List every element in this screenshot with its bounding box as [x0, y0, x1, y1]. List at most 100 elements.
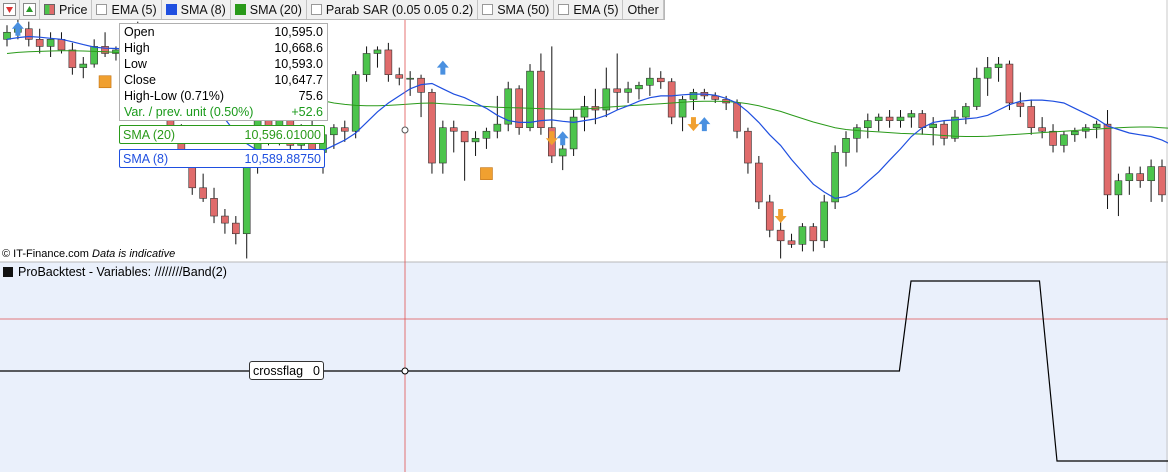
candle-body: [351, 74, 360, 132]
sar-signal-marker: [480, 167, 493, 180]
sma8-value: 10,589.88750: [244, 151, 321, 166]
series-color-icon: [3, 267, 13, 277]
candle-body: [798, 226, 807, 245]
tooltip-value: 10,593.0: [274, 57, 323, 71]
sma8-label: SMA (8): [123, 151, 169, 166]
candle-body: [406, 77, 414, 80]
tooltip-label: High: [124, 41, 150, 55]
tooltip-value: 10,668.6: [274, 41, 323, 55]
candle-body: [482, 130, 491, 139]
tooltip-row-high: High 10,668.6: [120, 40, 327, 56]
tooltip-row-variation: Var. / prev. unit (0.50%) +52.6: [120, 104, 327, 120]
candle-body: [395, 74, 404, 79]
candle-body: [1092, 123, 1101, 128]
indicator-pane-title-text: ProBacktest - Variables: ////////Band(2): [18, 265, 227, 279]
collapse-button[interactable]: [0, 0, 20, 19]
indicator-toolbar: Price EMA (5) SMA (8) SMA (20) Parab SAR…: [0, 0, 665, 20]
candle-body: [1038, 127, 1046, 132]
candle-body: [918, 113, 927, 128]
candle-body: [558, 148, 567, 157]
candle-body: [471, 138, 480, 143]
toolbar-item-label: SMA (50): [497, 2, 550, 17]
candle-body: [439, 127, 447, 164]
candle-body: [232, 222, 240, 235]
candle-body: [874, 116, 883, 121]
trading-chart-window: { "toolbar": { "items": [ {"label": "Pri…: [0, 0, 1168, 472]
candle-body: [526, 70, 534, 128]
sma8-swatch-icon: [165, 4, 177, 15]
candle-body: [613, 88, 621, 93]
candle-body: [3, 31, 11, 40]
candle-body: [820, 201, 829, 242]
tooltip-label: Close: [124, 73, 156, 87]
sma20-label: SMA (20): [123, 127, 176, 142]
toolbar-item-sma20[interactable]: SMA (20): [231, 0, 307, 19]
tooltip-value: 10,595.0: [274, 25, 323, 39]
candle-body: [330, 127, 338, 136]
candle-body: [929, 123, 937, 128]
tooltip-row-low: Low 10,593.0: [120, 56, 327, 72]
candle-body: [656, 77, 665, 83]
toolbar-item-label: EMA (5): [573, 2, 619, 17]
candle-body: [1071, 130, 1079, 136]
candle-body: [885, 116, 894, 121]
candle-body: [940, 123, 948, 139]
price-swatch-icon: [44, 4, 55, 15]
candle-body: [340, 127, 349, 132]
candle-body: [842, 138, 850, 153]
candle-body: [896, 116, 905, 121]
candle-body: [744, 130, 752, 164]
ohlc-tooltip: Open 10,595.0 High 10,668.6 Low 10,593.0 Cl…: [119, 23, 328, 121]
checkbox-icon: [558, 4, 570, 15]
candle-body: [210, 198, 218, 217]
sar-signal-marker: [98, 75, 112, 89]
toolbar-item-sma8[interactable]: SMA (8): [162, 0, 231, 19]
candle-body: [994, 63, 1003, 68]
toolbar-item-label: Price: [59, 2, 88, 17]
data-disclaimer: Data is indicative: [92, 248, 176, 260]
candle-body: [242, 159, 251, 235]
candle-body: [449, 127, 458, 132]
tooltip-label: Var. / prev. unit (0.50%): [124, 105, 254, 119]
candle-body: [689, 92, 698, 100]
candle-body: [972, 77, 981, 107]
candle-body: [776, 229, 785, 242]
candle-body: [221, 215, 229, 224]
toolbar-item-parab-sar[interactable]: Parab SAR (0.05 0.05 0.2): [307, 0, 479, 19]
candle-body: [1125, 173, 1134, 182]
candle-body: [384, 49, 393, 75]
checkbox-icon: [96, 4, 108, 15]
arrow-down-icon: [3, 3, 16, 16]
toolbar-item-other[interactable]: Other: [623, 0, 664, 19]
crosshair-point-upper: [401, 126, 409, 134]
candle-body: [493, 123, 502, 132]
candle-body: [79, 63, 88, 68]
candle-body: [1005, 63, 1014, 104]
expand-button[interactable]: [20, 0, 40, 19]
toolbar-item-price[interactable]: Price: [40, 0, 93, 19]
candle-body: [787, 240, 796, 245]
candle-body: [1103, 123, 1112, 196]
tooltip-value: 10,647.7: [274, 73, 323, 87]
candle-body: [624, 88, 632, 93]
toolbar-item-sma50[interactable]: SMA (50): [478, 0, 555, 19]
toolbar-item-ema5-second[interactable]: EMA (5): [554, 0, 624, 19]
candle-body: [1016, 102, 1025, 107]
candle-body: [1060, 134, 1068, 146]
toolbar-item-label: SMA (8): [180, 2, 226, 17]
candle-body: [580, 106, 589, 118]
checkbox-icon: [310, 4, 322, 15]
crosshair-point-lower: [401, 367, 409, 375]
indicator-pane-bg: [0, 262, 1168, 472]
candle-body: [90, 46, 98, 65]
candle-body: [1049, 130, 1057, 146]
sma20-swatch-icon: [234, 4, 246, 15]
candle-body: [460, 130, 469, 143]
indicator-pane-title[interactable]: ProBacktest - Variables: ////////Band(2): [3, 265, 227, 279]
toolbar-item-label: Other: [627, 2, 659, 17]
toolbar-item-ema5[interactable]: EMA (5): [92, 0, 162, 19]
crossflag-value-label: crossflag 0: [249, 361, 324, 380]
candle-body: [24, 28, 33, 40]
candle-body: [1114, 180, 1123, 196]
copyright-notice: © IT-Finance.com Data is indicative: [2, 248, 175, 260]
